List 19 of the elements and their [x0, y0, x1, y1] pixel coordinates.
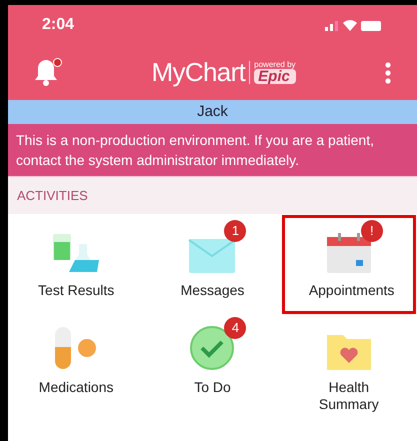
count-badge: 4 — [224, 317, 246, 339]
powered-by-text: powered by — [254, 61, 296, 69]
beaker-flask-icon — [51, 232, 102, 274]
calendar-icon — [326, 232, 372, 274]
activity-tile[interactable]: Health Summary — [304, 323, 393, 413]
warning-banner: This is a non-production environment. If you are a patient, contact the system administrator immediately. — [8, 124, 417, 176]
activity-tile[interactable]: Medications — [32, 323, 120, 396]
more-menu-icon[interactable] — [384, 62, 391, 84]
bell-icon[interactable] — [34, 58, 58, 86]
patient-name-bar: Jack — [8, 100, 417, 124]
activity-tile[interactable]: Test Results — [32, 226, 120, 299]
envelope-icon — [188, 238, 236, 274]
section-header: ACTIVITIES — [8, 176, 417, 214]
count-badge: 1 — [224, 220, 246, 242]
count-badge: ! — [360, 220, 383, 242]
brand-logo: Epic — [254, 69, 296, 84]
status-icons — [323, 18, 383, 32]
status-time: 2:04 — [42, 15, 74, 35]
app-logo: MyChart — [151, 56, 246, 89]
